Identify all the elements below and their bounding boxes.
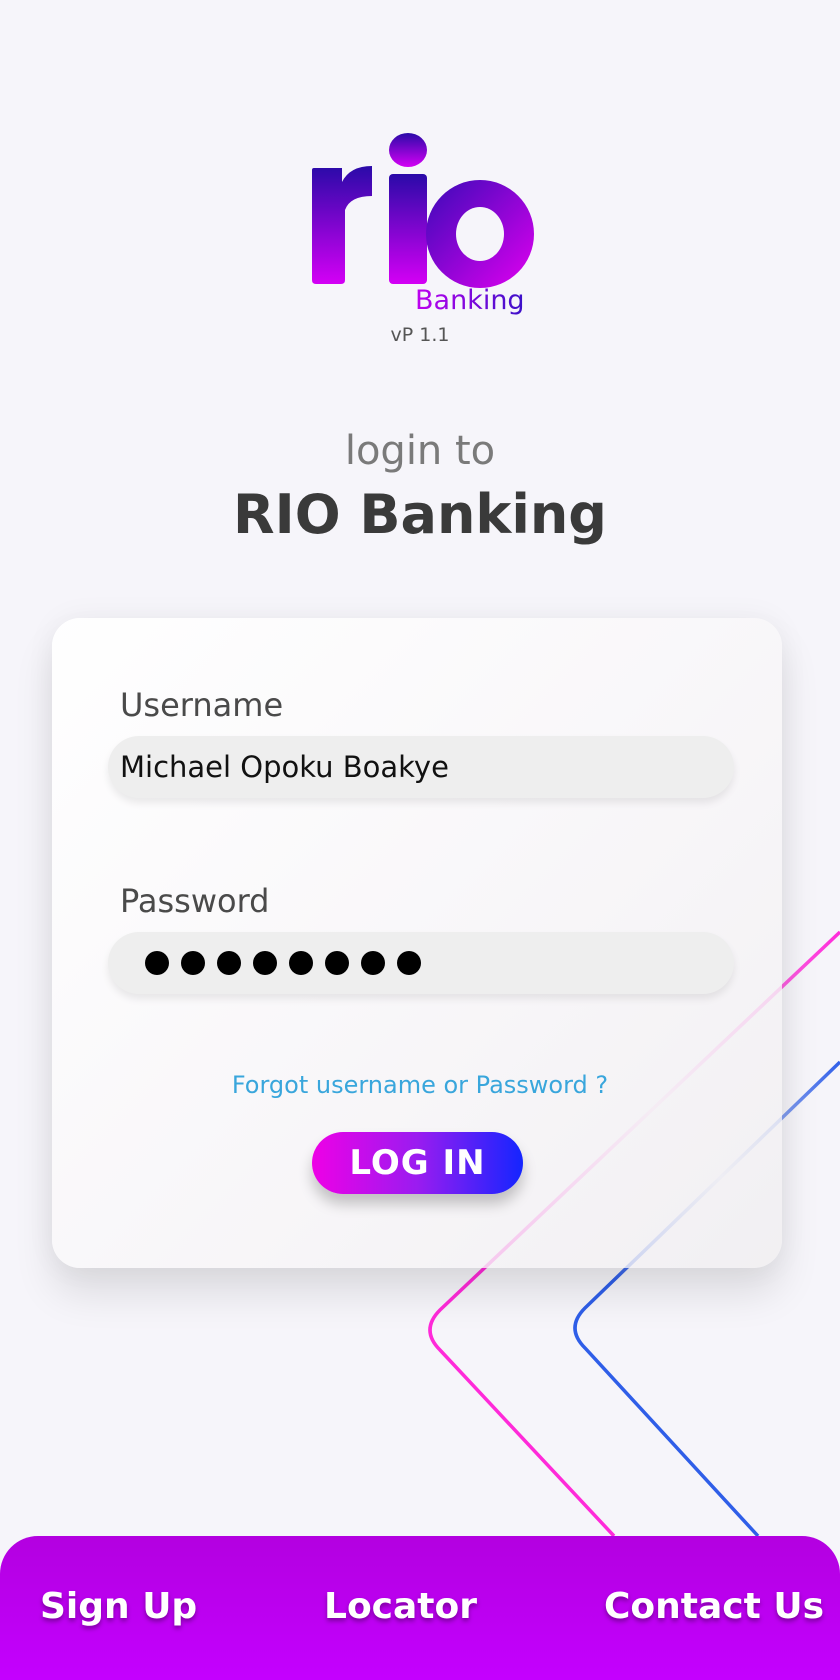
- app-version: vP 1.1: [390, 324, 450, 346]
- password-label: Password: [120, 882, 270, 920]
- page-title: RIO Banking: [233, 483, 607, 546]
- password-dot: [217, 951, 241, 975]
- password-dot: [361, 951, 385, 975]
- logo-subtitle: Banking: [415, 285, 525, 316]
- username-label: Username: [120, 686, 284, 724]
- password-dot: [145, 951, 169, 975]
- password-dot: [253, 951, 277, 975]
- username-value: Michael Opoku Boakye: [120, 750, 449, 784]
- nav-sign-up[interactable]: Sign Up: [40, 1586, 197, 1627]
- login-intro: login to: [344, 428, 496, 474]
- password-dot: [325, 951, 349, 975]
- password-field[interactable]: [108, 932, 734, 994]
- rio-logo-mark: [312, 133, 534, 288]
- forgot-credentials-link[interactable]: Forgot username or Password ?: [0, 1071, 840, 1099]
- login-button[interactable]: LOG IN: [312, 1132, 523, 1194]
- nav-contact-us[interactable]: Contact Us: [604, 1586, 824, 1627]
- username-field[interactable]: Michael Opoku Boakye: [108, 736, 734, 798]
- rio-logo: Banking: [300, 130, 540, 350]
- nav-locator[interactable]: Locator: [324, 1586, 477, 1627]
- password-mask: [120, 951, 433, 975]
- password-dot: [289, 951, 313, 975]
- password-dot: [181, 951, 205, 975]
- password-dot: [397, 951, 421, 975]
